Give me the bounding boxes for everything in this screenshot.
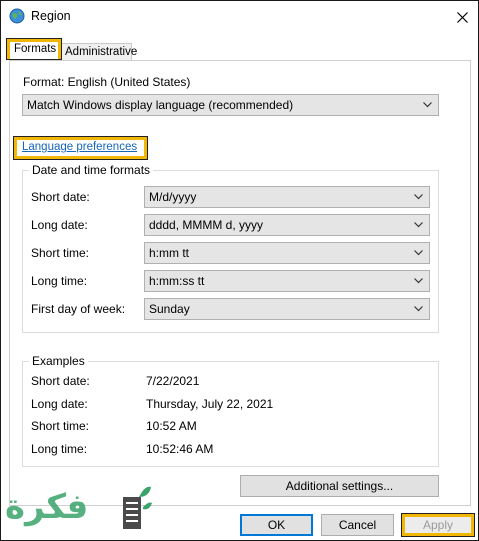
long-time-label: Long time: bbox=[31, 274, 88, 288]
first-day-of-week-value: Sunday bbox=[149, 302, 190, 316]
example-long-date-label: Long date: bbox=[31, 397, 88, 411]
format-select[interactable]: Match Windows display language (recommen… bbox=[22, 94, 439, 116]
window-title: Region bbox=[31, 9, 71, 23]
globe-icon bbox=[9, 8, 25, 24]
watermark-logo: فكرة bbox=[3, 479, 153, 539]
book-leaf-icon bbox=[123, 486, 152, 529]
chevron-down-icon bbox=[414, 194, 423, 200]
example-long-time-value: 10:52:46 AM bbox=[146, 442, 214, 456]
chevron-down-icon bbox=[414, 306, 423, 312]
example-short-time-label: Short time: bbox=[31, 419, 90, 433]
date-time-formats-title: Date and time formats bbox=[29, 163, 154, 177]
example-short-date-label: Short date: bbox=[31, 374, 90, 388]
apply-button[interactable]: Apply bbox=[402, 514, 474, 536]
tab-administrative[interactable]: Administrative bbox=[60, 43, 137, 61]
chevron-down-icon bbox=[414, 278, 423, 284]
chevron-down-icon bbox=[414, 250, 423, 256]
format-label: Format: English (United States) bbox=[23, 75, 191, 89]
examples-title: Examples bbox=[29, 354, 88, 368]
example-long-time-label: Long time: bbox=[31, 442, 88, 456]
short-date-label: Short date: bbox=[31, 190, 90, 204]
long-time-value: h:mm:ss tt bbox=[149, 274, 205, 288]
example-short-date-value: 7/22/2021 bbox=[146, 374, 200, 388]
chevron-down-icon bbox=[414, 222, 423, 228]
long-time-select[interactable]: h:mm:ss tt bbox=[144, 270, 430, 292]
example-short-time-value: 10:52 AM bbox=[146, 419, 197, 433]
long-date-value: dddd, MMMM d, yyyy bbox=[149, 218, 264, 232]
short-time-value: h:mm tt bbox=[149, 246, 190, 260]
tab-formats[interactable]: Formats bbox=[7, 39, 61, 59]
first-day-of-week-select[interactable]: Sunday bbox=[144, 298, 430, 320]
short-time-select[interactable]: h:mm tt bbox=[144, 242, 430, 264]
watermark-text: فكرة bbox=[5, 487, 89, 527]
language-preferences-link[interactable]: Language preferences bbox=[14, 137, 147, 159]
short-time-label: Short time: bbox=[31, 246, 90, 260]
first-day-of-week-label: First day of week: bbox=[31, 302, 126, 316]
title-bar: Region bbox=[1, 1, 478, 33]
close-button[interactable] bbox=[446, 1, 478, 33]
region-dialog: Region Administrative Formats Format: En… bbox=[0, 0, 479, 541]
long-date-label: Long date: bbox=[31, 218, 88, 232]
short-date-value: M/d/yyyy bbox=[149, 190, 197, 204]
example-long-date-value: Thursday, July 22, 2021 bbox=[146, 397, 274, 411]
ok-button[interactable]: OK bbox=[240, 514, 313, 536]
additional-settings-button[interactable]: Additional settings... bbox=[240, 475, 439, 497]
format-select-value: Match Windows display language (recommen… bbox=[27, 98, 294, 112]
long-date-select[interactable]: dddd, MMMM d, yyyy bbox=[144, 214, 430, 236]
cancel-button[interactable]: Cancel bbox=[321, 514, 394, 536]
close-icon bbox=[456, 11, 468, 23]
short-date-select[interactable]: M/d/yyyy bbox=[144, 186, 430, 208]
chevron-down-icon bbox=[423, 102, 432, 108]
